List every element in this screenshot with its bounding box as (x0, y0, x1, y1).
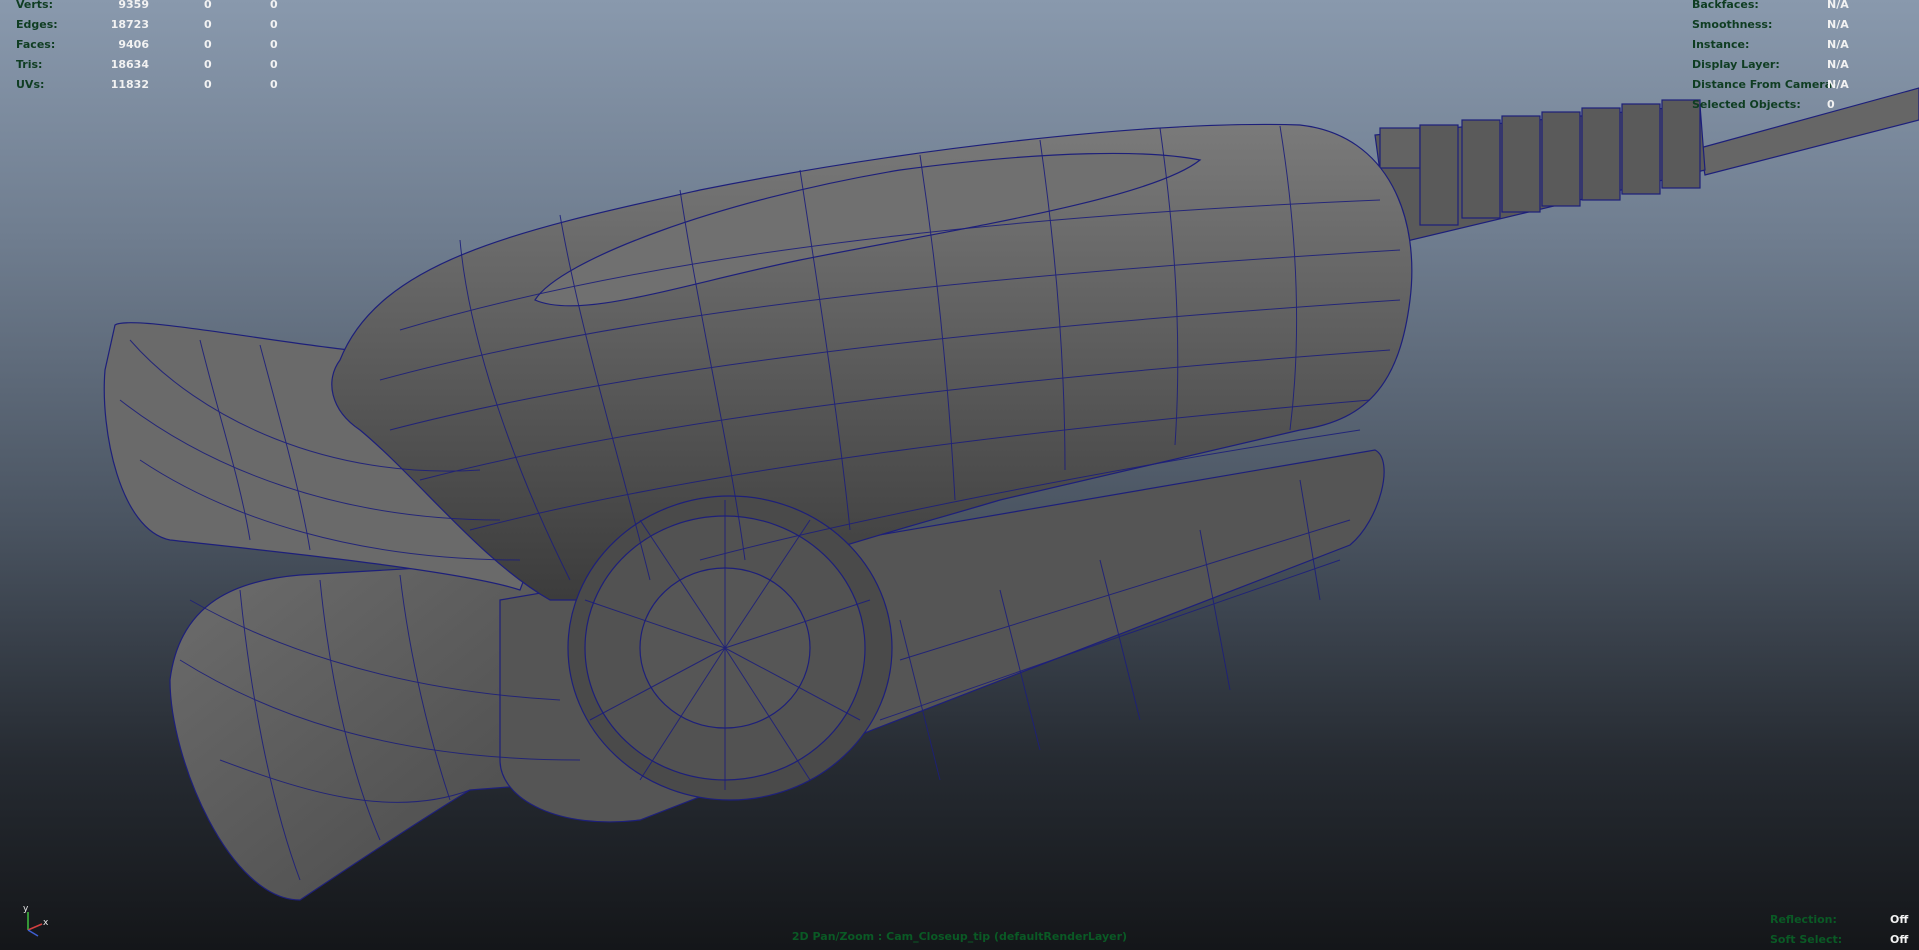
flag-row-reflection: Reflection: Off (1770, 910, 1910, 930)
stat-value: 18723 (110, 18, 149, 31)
info-row-display-layer: Display Layer: N/A (1692, 55, 1917, 75)
info-value: 0 (1827, 98, 1835, 111)
flag-value: Off (1890, 913, 1909, 926)
stat-row-uvs: UVs: 11832 0 0 (16, 75, 278, 95)
camera-label: 2D Pan/Zoom : Cam_Closeup_tip (defaultRe… (791, 930, 1128, 943)
axis-x-label: x (43, 918, 49, 928)
info-row-selected-objects: Selected Objects: 0 (1692, 95, 1917, 115)
stat-value: 9359 (118, 0, 149, 11)
info-label: Instance: (1692, 38, 1750, 51)
info-value: N/A (1827, 0, 1849, 11)
info-value: N/A (1827, 78, 1849, 91)
stat-uv-selected: 0 (270, 58, 278, 71)
stat-selected: 0 (204, 78, 212, 91)
stat-selected: 0 (204, 38, 212, 51)
stat-label: Edges: (16, 18, 58, 31)
poly-count-hud: Verts: 9359 0 0 Edges: 18723 0 0 Faces: … (16, 0, 278, 95)
info-label: Backfaces: (1692, 0, 1759, 11)
stat-selected: 0 (204, 18, 212, 31)
info-value: N/A (1827, 18, 1849, 31)
info-label: Selected Objects: (1692, 98, 1801, 111)
info-value: N/A (1827, 58, 1849, 71)
info-row-backfaces: Backfaces: N/A (1692, 0, 1917, 15)
info-value: N/A (1827, 38, 1849, 51)
stat-selected: 0 (204, 0, 212, 11)
stat-row-tris: Tris: 18634 0 0 (16, 55, 278, 75)
stat-value: 11832 (110, 78, 149, 91)
stat-row-verts: Verts: 9359 0 0 (16, 0, 278, 15)
stat-uv-selected: 0 (270, 38, 278, 51)
stat-label: Verts: (16, 0, 54, 11)
info-row-instance: Instance: N/A (1692, 35, 1917, 55)
stat-row-faces: Faces: 9406 0 0 (16, 35, 278, 55)
stat-value: 9406 (118, 38, 149, 51)
stat-row-edges: Edges: 18723 0 0 (16, 15, 278, 35)
stat-value: 18634 (110, 58, 149, 71)
info-label: Distance From Camera: (1692, 78, 1837, 91)
info-row-distance: Distance From Camera: N/A (1692, 75, 1917, 95)
axis-y-label: y (23, 904, 29, 914)
info-row-smoothness: Smoothness: N/A (1692, 15, 1917, 35)
viewport-mesh[interactable] (0, 0, 1919, 950)
flag-label: Reflection: (1770, 913, 1837, 926)
stat-label: Tris: (16, 58, 43, 71)
object-info-hud: Backfaces: N/A Smoothness: N/A Instance:… (1692, 0, 1917, 115)
stat-label: Faces: (16, 38, 56, 51)
axis-gizmo-icon: y x (23, 904, 49, 937)
info-label: Smoothness: (1692, 18, 1773, 31)
strain-relief (1374, 99, 1706, 246)
stat-label: UVs: (16, 78, 45, 91)
stat-uv-selected: 0 (270, 0, 278, 11)
stat-uv-selected: 0 (270, 78, 278, 91)
stat-uv-selected: 0 (270, 18, 278, 31)
info-label: Display Layer: (1692, 58, 1780, 71)
stat-selected: 0 (204, 58, 212, 71)
